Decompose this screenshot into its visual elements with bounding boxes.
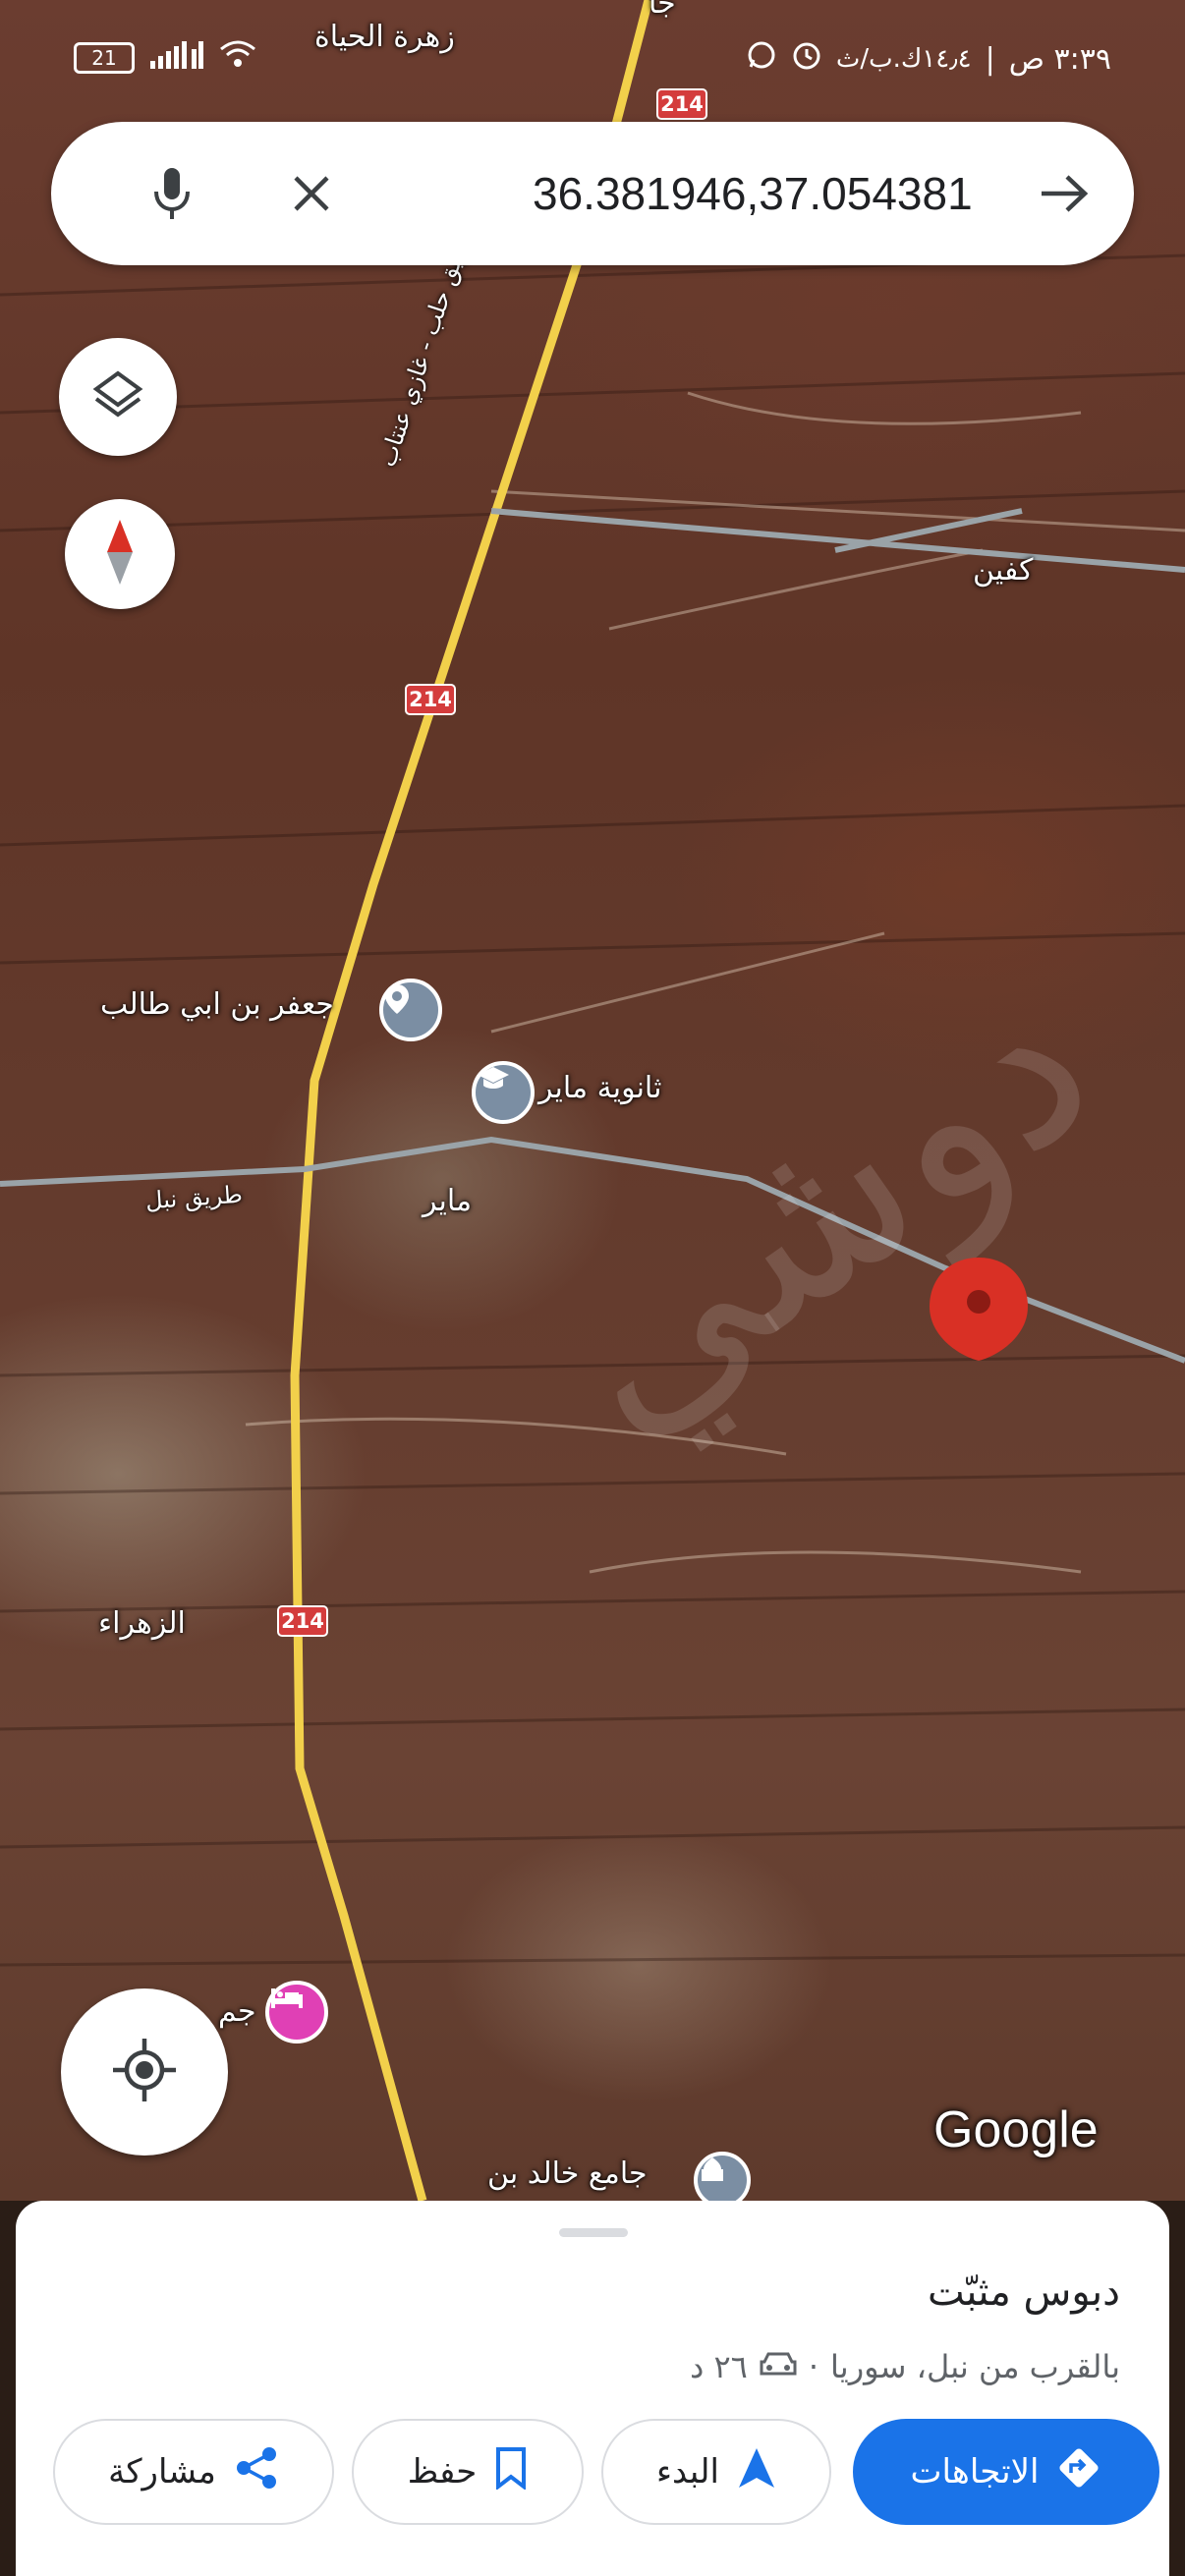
share-icon: [234, 2445, 279, 2499]
school-icon[interactable]: [472, 1061, 535, 1124]
network-speed: ١٤٫٤ك.ب/ث: [835, 44, 972, 74]
dropped-pin-icon[interactable]: [930, 1258, 1028, 1361]
compass-button[interactable]: [65, 499, 175, 609]
label-khalid-mosque: جامع خالد بن: [487, 2156, 648, 2191]
navigation-arrow-icon: [737, 2446, 776, 2498]
label-hotel-partial: جم: [218, 1994, 256, 2029]
label-thanawiya-mayer: ثانوية ماير: [538, 1071, 662, 1105]
label-mayer: ماير: [423, 1184, 473, 1218]
share-label: مشاركة: [108, 2452, 216, 2492]
save-button[interactable]: حفظ: [352, 2419, 584, 2525]
directions-label: الاتجاهات: [910, 2452, 1040, 2492]
route-214-shield: 214: [405, 684, 456, 715]
label-zahraa: الزهراء: [98, 1606, 186, 1641]
save-label: حفظ: [407, 2452, 478, 2492]
search-input[interactable]: 36.381946,37.054381: [533, 167, 973, 220]
clock-time: ٣:٣٩ ص: [1008, 41, 1111, 77]
directions-icon: [1056, 2445, 1101, 2499]
layers-icon: [92, 369, 143, 424]
wifi-icon: [219, 39, 256, 77]
place-pin-icon[interactable]: [379, 979, 442, 1041]
share-button[interactable]: مشاركة: [53, 2419, 334, 2525]
start-button[interactable]: البدء: [601, 2419, 831, 2525]
drive-time: ٢٦ د: [690, 2348, 748, 2385]
mic-icon[interactable]: [138, 159, 206, 228]
car-icon: [760, 2348, 797, 2385]
directions-button[interactable]: الاتجاهات: [853, 2419, 1159, 2525]
compass-icon: [105, 518, 135, 590]
search-bar[interactable]: 36.381946,37.054381: [51, 122, 1134, 265]
my-location-icon: [110, 2036, 179, 2108]
status-bar: 21 ٣:٣٩ ص | ١٤٫٤ك.ب/ث: [0, 0, 1185, 79]
watermark-text: دوشي: [504, 930, 1137, 1484]
label-kafin: كفين: [973, 553, 1034, 588]
battery-icon: 21: [74, 42, 135, 74]
route-214-shield: 214: [277, 1605, 328, 1637]
place-location: بالقرب من نبل، سوريا: [830, 2348, 1120, 2385]
arrow-right-icon[interactable]: [1030, 159, 1099, 228]
layers-button[interactable]: [59, 338, 177, 456]
status-divider: |: [985, 41, 995, 77]
subtitle-separator: ·: [808, 2348, 819, 2385]
signal-icon: [150, 39, 203, 77]
my-location-button[interactable]: [61, 1988, 228, 2156]
alarm-icon: [791, 39, 822, 79]
place-title: دبوس مثبّت: [928, 2269, 1120, 2315]
map-view[interactable]: دوشي جا زهرة الحياة كفين طريق حلب - غازي…: [0, 0, 1185, 2209]
place-bottom-sheet[interactable]: دبوس مثبّت بالقرب من نبل، سوريا · ٢٦ د ا…: [16, 2201, 1169, 2576]
route-214-shield: 214: [656, 88, 707, 120]
label-jaafar: جعفر بن ابي طالب: [100, 987, 334, 1022]
start-label: البدء: [656, 2452, 719, 2492]
close-icon[interactable]: [277, 159, 346, 228]
whatsapp-icon: [746, 39, 777, 79]
google-logo: Google: [933, 2101, 1099, 2158]
drag-handle[interactable]: [559, 2228, 628, 2237]
place-subtitle: بالقرب من نبل، سوريا · ٢٦ د: [690, 2348, 1120, 2385]
bookmark-icon: [494, 2446, 528, 2498]
hotel-icon[interactable]: [265, 1981, 328, 2044]
